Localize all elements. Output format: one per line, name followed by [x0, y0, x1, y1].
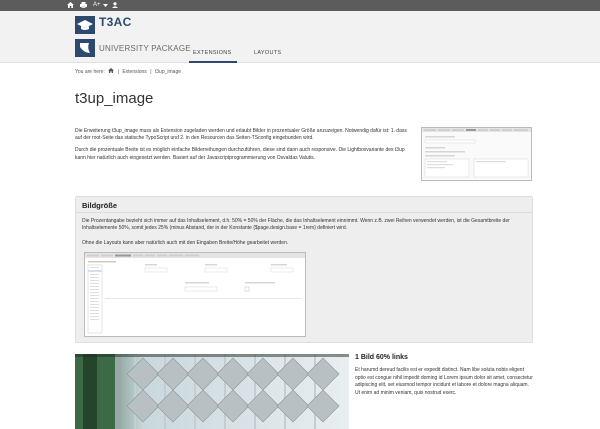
top-utility-bar: A+ [0, 0, 600, 11]
backend-screenshot-image [421, 127, 532, 181]
breadcrumb: You are here: | Extensions | t3up_image [75, 68, 182, 75]
intro-paragraph-1: Die Erweiterung t3up_image muss als Exte… [75, 128, 407, 142]
nav-item-layouts[interactable]: LAYOUTS [254, 50, 281, 56]
page-title: t3up_image [75, 90, 154, 107]
section-heading: 1 Bild 60% links [355, 354, 408, 361]
print-icon[interactable] [80, 2, 87, 11]
font-size-toggle[interactable]: A+ [93, 2, 101, 9]
box-paragraph-2: Ohne die Layouts kann aber natürlich auc… [82, 240, 289, 246]
logo-subtitle: UNIVERSITY PACKAGE [99, 44, 191, 53]
site-header: T3AC UNIVERSITY PACKAGE EXTENSIONS LAYOU… [0, 11, 600, 63]
intro-paragraph-2: Durch die prozentuale Breite ist es mögl… [75, 147, 405, 161]
breadcrumb-item-extensions[interactable]: Extensions [122, 69, 146, 75]
home-icon[interactable] [67, 2, 74, 11]
user-icon[interactable] [112, 2, 118, 11]
backend-form-screenshot-image [84, 252, 306, 337]
typo3-logo-icon[interactable] [75, 39, 95, 57]
logo-title[interactable]: T3AC [99, 15, 132, 29]
home-icon[interactable] [108, 68, 115, 75]
nav-active-indicator [189, 61, 237, 63]
graduation-cap-icon[interactable] [75, 16, 95, 34]
breadcrumb-item-current: t3up_image [154, 69, 182, 75]
box-paragraph-1: Die Prozentangabe bezieht sich immer auf… [82, 218, 510, 232]
box-heading: Bildgröße [82, 201, 117, 210]
image-size-info-box: Bildgröße Die Prozentangabe bezieht sich… [75, 196, 533, 343]
chevron-down-icon[interactable] [103, 2, 108, 11]
section-paragraph: Et harumd dereud facilis est er expedit … [355, 367, 533, 396]
building-photo [75, 354, 349, 429]
nav-item-extensions[interactable]: EXTENSIONS [193, 50, 231, 56]
intro-text: Die Erweiterung t3up_image muss als Exte… [75, 128, 413, 167]
box-divider [76, 212, 532, 213]
breadcrumb-prefix: You are here: [75, 69, 105, 75]
